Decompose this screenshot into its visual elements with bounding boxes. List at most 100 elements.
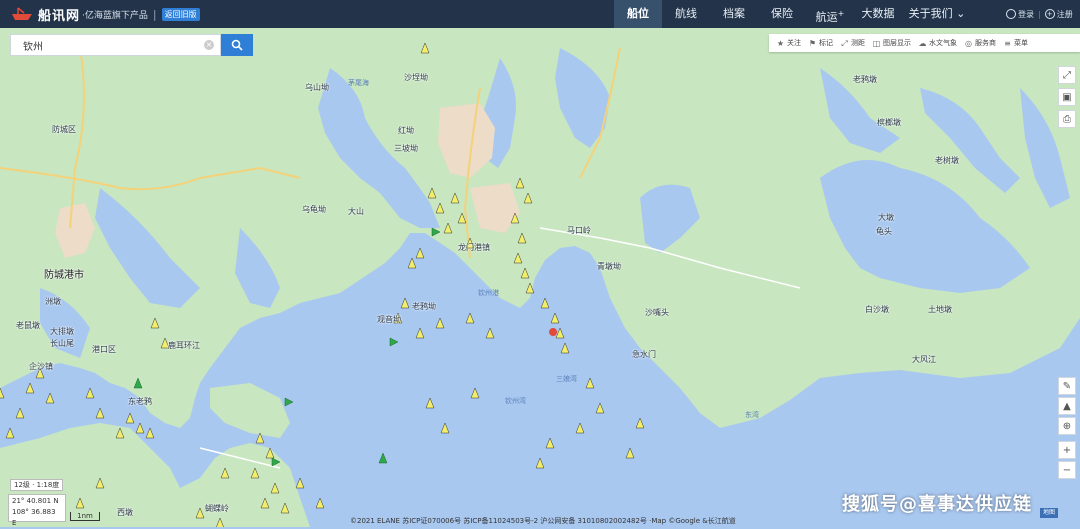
locate-button[interactable]: ⊕ [1058, 417, 1076, 435]
search-icon [231, 39, 243, 51]
water-label: 三娘湾 [556, 375, 577, 383]
fullscreen-button[interactable]: ⤢ [1058, 66, 1076, 84]
place-label: 沙嘴头 [645, 308, 669, 317]
nav-item-big-data[interactable]: 大数据 [854, 0, 902, 28]
place-label: 龙门港镇 [458, 243, 490, 252]
place-label: 槟榔墩 [877, 118, 901, 127]
place-label: 青墩坳 [597, 262, 621, 271]
nav-item-vessel-position[interactable]: 船位 [614, 0, 662, 28]
service-icon: ◎ [965, 38, 972, 48]
ship-map[interactable]: 防城区 防城港市 港口区 沙埕坳 乌山坳 红坳 三坡坳 乌龟坳 大山 老鸦坳 鹿… [0, 28, 1080, 527]
auth-links: 登录 | + 注册 [1006, 0, 1073, 28]
place-label: 观音坳 [377, 315, 401, 324]
map-canvas[interactable] [0, 28, 1080, 527]
minus-icon: − [1062, 464, 1072, 476]
tool-weather[interactable]: ☁ 水文气象 [918, 38, 958, 48]
nav-plus-badge: + [837, 9, 845, 18]
nav-item-archive[interactable]: 档案 [710, 0, 758, 28]
place-label: 乌龟坳 [302, 205, 326, 214]
place-label: 老鸦坳 [412, 302, 436, 311]
weather-icon: ☁ [918, 38, 927, 48]
tool-measure[interactable]: ⤢ 测距 [840, 38, 865, 48]
nav-item-insurance[interactable]: 保险 [758, 0, 806, 28]
search-box: 钦州 × [10, 34, 221, 56]
place-label: 防城港市 [44, 270, 84, 281]
map-toolbar: ★ 关注 ⚑ 标记 ⤢ 测距 ◫ 图层显示 ☁ 水文气象 ◎ 服务商 ≡ 菜单 [769, 34, 1080, 52]
login-link[interactable]: 登录 [1006, 9, 1034, 20]
place-label: 红坳 [398, 126, 414, 135]
main-nav: 船位 航线 档案 保险 航运+ 大数据 关于我们 ⌄ [614, 0, 972, 28]
place-label: 老鼠墩 [16, 321, 40, 330]
place-label: 老鸦墩 [853, 75, 877, 84]
ship-logo-icon [10, 7, 34, 21]
place-label: 大排墩 [50, 327, 74, 336]
nav-item-shipping[interactable]: 航运+ [806, 0, 854, 28]
search-button[interactable] [221, 34, 253, 56]
latitude-value: 21° 40.801 N [12, 497, 59, 505]
water-label: 茅尾海 [348, 79, 369, 87]
nav-item-routes[interactable]: 航线 [662, 0, 710, 28]
place-label: 防城区 [52, 125, 76, 134]
place-label: 企沙镇 [29, 362, 53, 371]
zoom-level-label: 12级 · 1:18度 [10, 479, 64, 491]
pencil-icon: ✎ [1062, 380, 1072, 392]
place-label: 马口岭 [567, 226, 591, 235]
clear-icon[interactable]: × [204, 40, 214, 50]
tool-service[interactable]: ◎ 服务商 [964, 38, 996, 48]
compass-icon: ▲ [1063, 400, 1071, 412]
target-icon: ⊕ [1062, 420, 1072, 432]
brand-name: 船讯网 [38, 8, 81, 24]
copyright-footer: ©2021 ELANE 苏ICP证070006号 苏ICP备11024503号-… [350, 517, 736, 525]
place-label: 洲墩 [45, 297, 61, 306]
user-icon [1006, 9, 1016, 19]
scale-bar: 1nm [70, 512, 100, 521]
place-label: 龟头 [876, 227, 892, 236]
brand-subtitle: ·亿海蓝旗下产品 [82, 10, 148, 21]
menu-icon: ≡ [1004, 38, 1011, 48]
place-label: 白沙墩 [865, 305, 889, 314]
place-label: 沙埕坳 [404, 73, 428, 82]
register-link[interactable]: + 注册 [1044, 9, 1073, 20]
print-icon: ⎙ [1063, 113, 1071, 125]
save-button[interactable]: ▣ [1058, 88, 1076, 106]
search-input[interactable]: 钦州 [11, 38, 204, 53]
chevron-down-icon: ⌄ [956, 7, 966, 20]
brand-separator: | [152, 7, 157, 21]
print-button[interactable]: ⎙ [1058, 110, 1076, 128]
place-label: 东老鸦 [128, 397, 152, 406]
nav-item-about[interactable]: 关于我们 ⌄ [902, 0, 972, 28]
north-button[interactable]: ▲ [1058, 397, 1076, 415]
old-version-badge[interactable]: 返回旧版 [161, 7, 200, 21]
zoom-out-button[interactable]: − [1058, 461, 1076, 479]
plus-icon: + [1062, 444, 1072, 456]
place-label: 蝴蝶岭 [205, 504, 229, 513]
watermark: 搜狐号@喜事达供应链 [842, 494, 1032, 515]
ruler-icon: ⤢ [841, 38, 848, 48]
place-label: 大风江 [912, 355, 936, 364]
place-label: 三坡坳 [394, 144, 418, 153]
minimap-button[interactable]: 地图 [1040, 508, 1058, 518]
bookmark-icon: ⚑ [808, 38, 817, 48]
zoom-in-button[interactable]: + [1058, 441, 1076, 459]
star-icon: ★ [776, 38, 785, 48]
save-icon: ▣ [1062, 91, 1072, 103]
tool-follow[interactable]: ★ 关注 [776, 38, 801, 48]
top-navigation-bar: 船讯网 ·亿海蓝旗下产品 | 返回旧版 船位 航线 档案 保险 航运+ 大数据 … [0, 0, 1080, 28]
water-label: 钦州湾 [505, 397, 526, 405]
coordinate-readout: 21° 40.801 N 108° 36.883 E [8, 494, 66, 527]
tool-menu[interactable]: ≡ 菜单 [1003, 38, 1028, 48]
place-label: 土地墩 [928, 305, 952, 314]
logo[interactable]: 船讯网 ·亿海蓝旗下产品 | 返回旧版 [0, 0, 200, 28]
water-label: 钦州港 [478, 289, 499, 297]
place-label: 大山 [348, 207, 364, 216]
plus-circle-icon: + [1044, 9, 1055, 19]
tool-layers[interactable]: ◫ 图层显示 [872, 38, 911, 48]
fullscreen-icon: ⤢ [1063, 69, 1071, 81]
place-label: 鹿耳环江 [168, 341, 200, 350]
tool-mark[interactable]: ⚑ 标记 [808, 38, 833, 48]
measure-line-button[interactable]: ✎ [1058, 377, 1076, 395]
place-label: 西墩 [117, 508, 133, 517]
layers-icon: ◫ [872, 38, 881, 48]
water-label: 东湾 [745, 411, 759, 419]
longitude-value: 108° 36.883 E [12, 508, 56, 527]
